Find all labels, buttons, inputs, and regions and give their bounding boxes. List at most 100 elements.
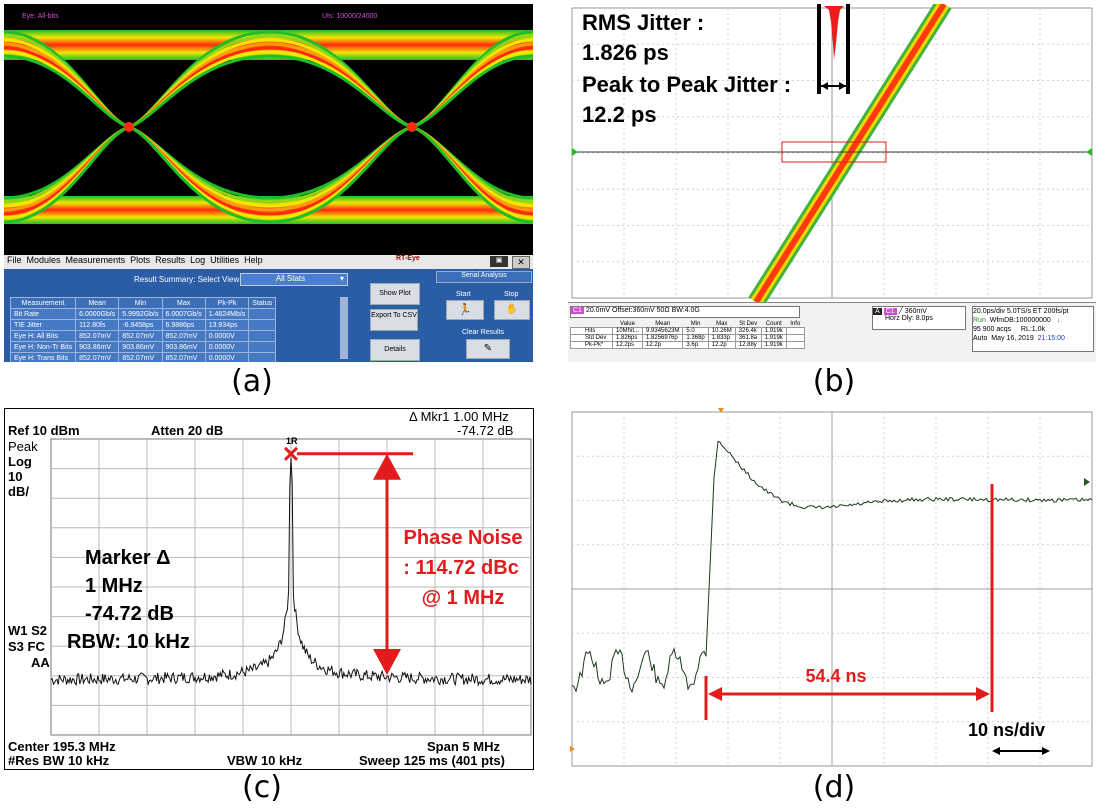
rbw-label: RBW: 10 kHz <box>67 631 190 653</box>
horz-delay: Horz Dly: 8.0ps <box>885 315 933 322</box>
results-col-header[interactable]: Measurement <box>9 297 77 309</box>
details-button[interactable]: Details <box>370 339 420 361</box>
table-cell: Std Dev <box>570 334 613 342</box>
pp-jitter-value: 12.2 ps <box>582 102 657 127</box>
results-col-header[interactable]: Status <box>248 297 277 309</box>
table-cell: Hits <box>570 327 613 335</box>
table-cell <box>248 330 277 342</box>
menu-modules[interactable]: Modules <box>27 255 61 265</box>
table-cell <box>248 319 277 331</box>
marker-db-label: -74.72 dB <box>85 603 174 625</box>
results-col-header[interactable]: Max <box>161 297 206 309</box>
run-status: Run <box>973 317 986 324</box>
auto-mode: Auto <box>973 335 988 342</box>
results-col-header[interactable]: Mean <box>75 297 120 309</box>
table-cell <box>248 352 277 362</box>
eye-trace <box>4 50 533 220</box>
rms-jitter-label: RMS Jitter : <box>582 10 705 35</box>
table-row[interactable]: Bit Rate 6.0000Gb/s 5.9992Gb/s 6.0007Gb/s 1.… <box>9 308 277 320</box>
close-icon[interactable]: ✕ <box>512 256 530 269</box>
table-cell: 1.4824Mb/s <box>204 308 250 320</box>
table-cell <box>785 327 805 335</box>
scale-log: Log <box>8 454 32 469</box>
view-select-value: All Stats <box>275 274 306 283</box>
delta-arrow-up-icon <box>373 453 401 480</box>
channel-settings-text: 20.0mV Offset:360mV 50Ω BW:4.0G <box>585 307 700 314</box>
eye-trace <box>4 34 533 204</box>
scope-icon[interactable]: ▣ <box>490 256 508 267</box>
table-cell: 852.07mV <box>118 330 163 342</box>
table-cell: 1.919k <box>760 341 787 349</box>
start-label: Start <box>456 291 471 298</box>
channel-settings[interactable]: C1 20.0mV Offset:360mV 50Ω BW:4.0G <box>570 306 800 318</box>
table-cell: -6.9458ps <box>118 319 163 331</box>
table-row[interactable]: Eye H: Trans Bits 852.07mV 852.07mV 852.07m… <box>9 352 277 362</box>
table-row[interactable]: TIE Jitter 112.80fs -6.9458ps 6.9886ps 13.93… <box>9 319 277 331</box>
table-cell: 852.07mV <box>118 352 163 362</box>
stop-hand-icon[interactable]: ✋ <box>494 300 530 320</box>
table-row[interactable]: Eye H: All Bits 852.07mV 852.07mV 852.07mV 0… <box>9 330 277 342</box>
table-cell: 361.8a <box>734 334 762 342</box>
trace-w1s2: W1 S2 <box>8 623 48 638</box>
table-cell: 12.2p <box>707 341 736 349</box>
start-run-icon[interactable]: 🏃 <box>446 300 484 320</box>
delay-arrow-left-icon <box>708 687 722 701</box>
center-freq: Center 195.3 MHz <box>8 739 116 754</box>
menu-log[interactable]: Log <box>190 255 205 265</box>
trigger-ch-badge: C1 <box>883 308 897 315</box>
res-bw: #Res BW 10 kHz <box>8 753 110 768</box>
table-row: Std Dev 1.826ps 1.8256976p 1.368p 1.833p 361.… <box>570 334 805 342</box>
menu-measurements[interactable]: Measurements <box>66 255 126 265</box>
trigger-a-badge: A <box>873 308 882 315</box>
level-marker-icon <box>1084 478 1090 486</box>
eye-trace <box>4 42 533 212</box>
results-table: Measurement Mean Min Max Pk-Pk Status Bit Rat… <box>9 297 277 362</box>
table-cell: 1.919k <box>760 327 787 335</box>
panel-d-step-response: 54.4 ns 10 ns/div <box>568 408 1096 770</box>
table-cell: Pk-Pk* <box>570 341 613 349</box>
export-csv-button[interactable]: Export To CSV <box>370 309 418 331</box>
scope-status-bar: C1 20.0mV Offset:360mV 50Ω BW:4.0G A C1 ╱… <box>568 302 1096 362</box>
acquisition-panel[interactable]: 20.0ps/div 5.0TS/s ET 200fs/pt Run WfmDB… <box>972 306 1094 352</box>
scale-arrow-right-icon <box>1042 747 1050 755</box>
clear-results-label: Clear Results <box>462 329 505 336</box>
step-response-plot <box>570 408 1093 767</box>
table-cell <box>785 341 805 349</box>
table-cell: 903.86mV <box>161 341 206 353</box>
table-cell: 1.919k <box>760 334 787 342</box>
menu-plots[interactable]: Plots <box>130 255 150 265</box>
view-select[interactable]: All Stats ▾ <box>240 273 348 286</box>
menu-results[interactable]: Results <box>155 255 185 265</box>
stop-label: Stop <box>504 291 519 298</box>
menu-utilities[interactable]: Utilities <box>210 255 239 265</box>
menu-help[interactable]: Help <box>244 255 263 265</box>
scale-units: dB/ <box>8 484 29 499</box>
menu-file[interactable]: File <box>7 255 22 265</box>
trace-aa: AA <box>31 655 50 670</box>
table-cell: 852.07mV <box>161 352 206 362</box>
table-cell: 0.0000V <box>204 352 250 362</box>
eye-traces <box>4 30 533 224</box>
table-cell: 5.0 <box>682 327 709 335</box>
phase-noise-title: Phase Noise <box>403 527 523 549</box>
time: 21:15:00 <box>1037 335 1065 342</box>
marker-delta-freq: Δ Mkr1 1.00 MHz <box>409 409 509 424</box>
table-row[interactable]: Eye H: Non-Tr Bits 903.86mV 903.86mV 903.86… <box>9 341 277 353</box>
table-cell: 903.86mV <box>75 341 120 353</box>
table-cell: 6.0007Gb/s <box>161 308 206 320</box>
eye-trace <box>4 46 533 216</box>
results-col-header[interactable]: Min <box>118 297 163 309</box>
results-col-header[interactable]: Pk-Pk <box>204 297 250 309</box>
panel-a-eye-diagram: Eye: All-bits UIs: 10000/24000 File Modul… <box>4 4 533 362</box>
show-plot-button[interactable]: Show Plot <box>370 283 420 305</box>
scale-value: 10 <box>8 469 23 484</box>
time-scale-label: 10 ns/div <box>968 720 1046 740</box>
date: May 16, 2019 <box>991 335 1034 342</box>
table-cell: 852.07mV <box>161 330 206 342</box>
table-cell: 9.9345623M <box>642 327 684 335</box>
clear-eraser-icon[interactable]: ✎ <box>466 339 510 359</box>
trigger-panel[interactable]: A C1 ╱ 360mV Horz Dly: 8.0ps <box>872 306 966 330</box>
table-cell: Eye H: Trans Bits <box>9 352 77 362</box>
caption-b: (b) <box>812 364 856 399</box>
table-scrollbar[interactable] <box>340 297 348 359</box>
